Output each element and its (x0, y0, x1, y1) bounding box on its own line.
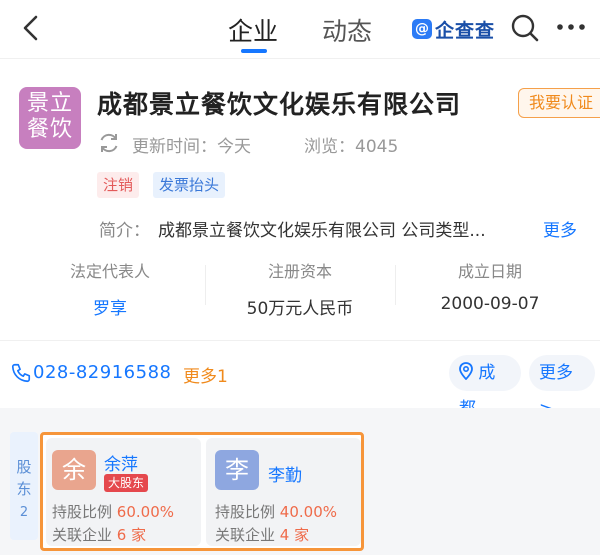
city-button[interactable]: 成都 (449, 355, 521, 419)
related-companies-label: 关联企业 (215, 526, 276, 544)
info-label: 法定代表人 (69, 262, 150, 281)
status-tag-cancelled: 注销 (97, 172, 140, 198)
registered-capital: 注册资本 50万元人民币 (205, 258, 395, 319)
phone-icon (11, 363, 31, 383)
holding-ratio: 持股比例 40.00% (215, 501, 337, 522)
divider (0, 340, 600, 341)
info-value: 2000-09-07 (440, 294, 540, 314)
intro-label: 简介： (99, 221, 150, 241)
info-label: 注册资本 (267, 262, 332, 281)
top-navigation-bar: 企业 动态 @ 企查查 (0, 0, 600, 58)
intro-text: 成都景立餐饮文化娱乐有限公司 公司类型... (158, 221, 486, 241)
shareholder-name[interactable]: 李勤 (268, 461, 302, 486)
view-count: 浏览：4045 (304, 137, 399, 157)
legal-representative-link[interactable]: 罗享 (15, 294, 205, 319)
refresh-icon[interactable] (97, 131, 121, 155)
holding-ratio: 持股比例 60.00% (52, 501, 174, 522)
brand-icon: @ (412, 19, 432, 39)
shareholders-label[interactable]: 股 东 2 (10, 432, 38, 540)
info-value: 50万元人民币 (246, 299, 354, 319)
shareholders-label-char: 股 (16, 458, 32, 476)
related-companies-value[interactable]: 6 家 (117, 526, 146, 544)
info-label: 成立日期 (457, 262, 522, 281)
shareholder-name[interactable]: 余萍 (104, 450, 138, 475)
related-companies-label: 关联企业 (52, 526, 113, 544)
shareholders-label-char: 东 (16, 480, 32, 498)
verify-button[interactable]: 我要认证 (518, 88, 600, 118)
avatar: 李 (215, 450, 259, 490)
logo-text-line: 餐饮 (26, 117, 73, 142)
tab-dynamics[interactable]: 动态 (322, 12, 372, 48)
divider (0, 58, 600, 59)
brand-logo[interactable]: @ 企查查 (412, 16, 495, 42)
avatar: 余 (52, 450, 96, 490)
establish-date: 成立日期 2000-09-07 (395, 258, 585, 314)
active-tab-indicator (241, 49, 267, 53)
holding-ratio-label: 持股比例 (52, 503, 113, 521)
legal-representative: 法定代表人 罗享 (15, 258, 205, 319)
intro-more-link[interactable]: 更多 (543, 216, 577, 241)
logo-text-line: 景立 (26, 91, 73, 116)
brand-name: 企查查 (435, 19, 496, 42)
holding-ratio-value: 60.00% (116, 503, 174, 521)
holding-ratio-label: 持股比例 (215, 503, 276, 521)
related-companies: 关联企业 6 家 (52, 524, 146, 545)
related-companies: 关联企业 4 家 (215, 524, 309, 545)
major-shareholder-badge: 大股东 (104, 474, 149, 492)
back-arrow-icon[interactable] (18, 14, 46, 42)
more-options-icon[interactable] (556, 20, 586, 34)
holding-ratio-value: 40.00% (279, 503, 337, 521)
location-pin-icon (459, 362, 473, 381)
phone-number-link[interactable]: 028-82916588 (33, 362, 171, 383)
search-icon[interactable] (510, 13, 540, 43)
phone-more-link[interactable]: 更多1 (183, 362, 228, 387)
invoice-header-tag[interactable]: 发票抬头 (153, 172, 226, 198)
company-logo: 景立 餐饮 (19, 87, 81, 149)
company-name: 成都景立餐饮文化娱乐有限公司 (97, 90, 462, 119)
tab-enterprise[interactable]: 企业 (228, 12, 278, 48)
related-companies-value[interactable]: 4 家 (280, 526, 309, 544)
more-button[interactable]: 更多> (529, 355, 595, 419)
update-time: 更新时间：今天 (132, 137, 251, 157)
shareholders-count: 2 (19, 505, 29, 520)
